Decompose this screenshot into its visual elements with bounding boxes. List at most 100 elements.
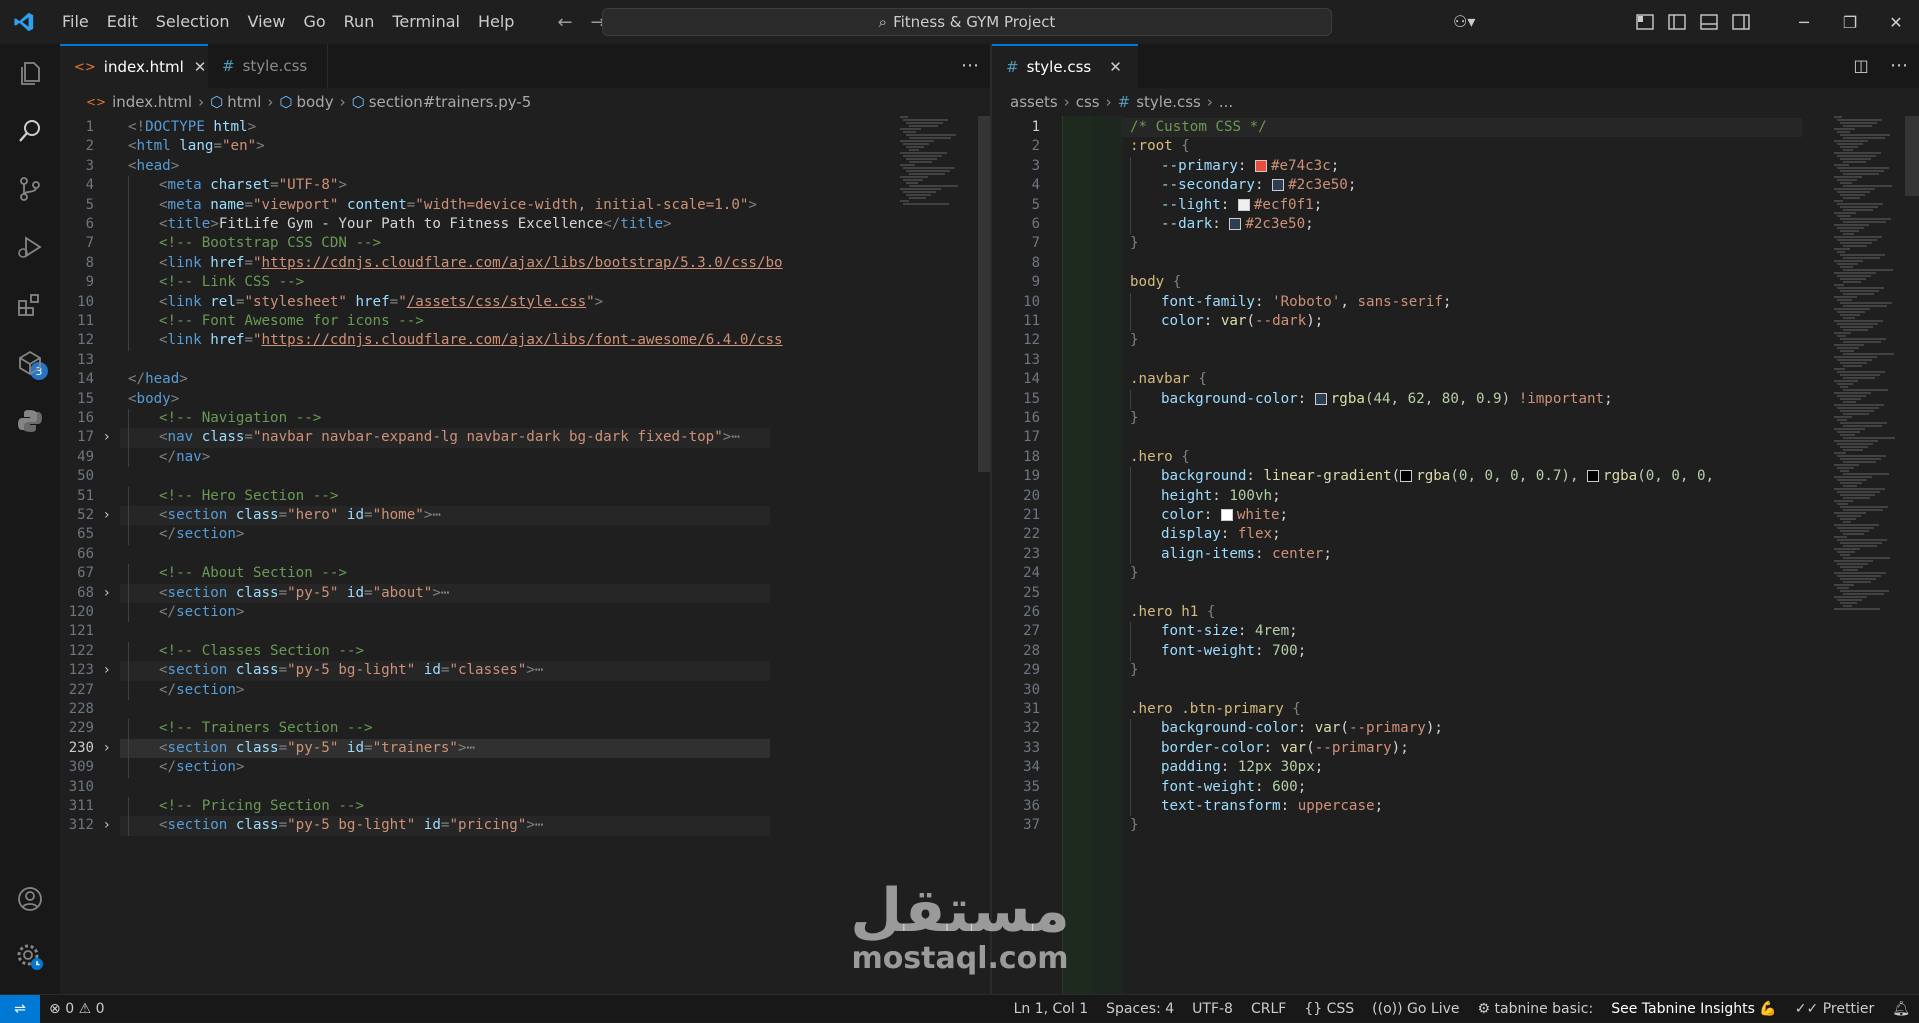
fold-chevron-icon[interactable]: › xyxy=(104,661,110,680)
tabnine-insights[interactable]: See Tabnine Insights 💪 xyxy=(1611,1001,1777,1017)
indent-guide xyxy=(1130,719,1131,739)
breadcrumb-item[interactable]: index.html xyxy=(112,93,192,111)
explorer-icon[interactable] xyxy=(13,56,47,90)
fold-chevron-icon[interactable]: › xyxy=(104,584,110,603)
breadcrumb-item[interactable]: assets xyxy=(1010,93,1058,111)
toggle-panel-icon[interactable] xyxy=(1699,12,1719,32)
remote-explorer-icon[interactable] xyxy=(13,346,47,380)
fold-chevron-icon[interactable]: › xyxy=(104,816,110,835)
extensions-icon[interactable] xyxy=(13,288,47,322)
menu-item-file[interactable]: File xyxy=(53,0,98,44)
indentation[interactable]: Spaces: 4 xyxy=(1106,1001,1174,1017)
tabnine-icon: ⚙ xyxy=(1477,1000,1491,1017)
color-swatch[interactable] xyxy=(1237,198,1250,211)
line-ending[interactable]: CRLF xyxy=(1251,1001,1286,1017)
prettier-status[interactable]: ✓✓ Prettier xyxy=(1795,1001,1874,1017)
notifications-bell-icon[interactable]: 🔔︎ xyxy=(1892,1001,1910,1017)
menu-item-help[interactable]: Help xyxy=(469,0,523,44)
menu-item-terminal[interactable]: Terminal xyxy=(383,0,469,44)
menu-item-run[interactable]: Run xyxy=(335,0,384,44)
more-actions-icon[interactable]: ⋯ xyxy=(950,44,990,88)
problems-indicator[interactable]: ⊗ 0 ⚠ 0 xyxy=(49,1001,105,1017)
back-arrow-icon[interactable]: ← xyxy=(557,12,572,33)
minimap-line xyxy=(1837,251,1845,253)
cursor-position[interactable]: Ln 1, Col 1 xyxy=(1014,1001,1089,1017)
minimap-left[interactable] xyxy=(900,116,975,986)
minimap-line xyxy=(1843,521,1851,523)
manage-gear-icon[interactable] xyxy=(13,940,47,974)
accounts-icon[interactable] xyxy=(13,882,47,916)
code-line: align-items: center; xyxy=(1161,545,1332,564)
fold-chevron-icon[interactable]: › xyxy=(104,739,110,758)
language-label: CSS xyxy=(1326,1000,1355,1017)
color-swatch[interactable] xyxy=(1587,470,1600,483)
html-editor[interactable]: 1 <!DOCTYPE html> 2 <html lang="en"> 3 <head>… xyxy=(60,116,990,994)
minimap-line xyxy=(1837,131,1850,133)
code-token: .navbar xyxy=(1130,371,1190,388)
breadcrumb-item[interactable]: css xyxy=(1076,93,1100,111)
fold-chevron-icon[interactable]: › xyxy=(104,506,110,525)
color-swatch[interactable] xyxy=(1400,470,1413,483)
minimap-line xyxy=(903,179,923,181)
split-editor-icon[interactable]: ◫ xyxy=(1843,44,1879,88)
tabnine-status[interactable]: ⚙ tabnine basic: xyxy=(1477,1001,1593,1017)
language-mode[interactable]: {} CSS xyxy=(1304,1001,1354,1017)
minimap-right[interactable] xyxy=(1834,116,1904,986)
minimap-line xyxy=(900,188,941,190)
fold-chevron-icon[interactable]: › xyxy=(104,428,110,447)
run-debug-icon[interactable] xyxy=(13,230,47,264)
more-actions-icon[interactable]: ⋯ xyxy=(1879,44,1919,88)
color-swatch[interactable] xyxy=(1229,218,1242,230)
python-icon[interactable] xyxy=(13,404,47,438)
minimap-line xyxy=(1840,578,1876,580)
toggle-secondary-sidebar-icon[interactable] xyxy=(1731,12,1751,32)
minimap-line xyxy=(1834,512,1866,514)
minimize-button[interactable]: ─ xyxy=(1781,0,1827,44)
color-swatch[interactable] xyxy=(1254,159,1267,172)
scrollbar-right[interactable] xyxy=(1905,116,1919,196)
toggle-primary-sidebar-icon[interactable] xyxy=(1667,12,1687,32)
code-line: <section class="py-5 bg-light" id="class… xyxy=(159,661,543,680)
command-center-search[interactable]: ⌕ Fitness & GYM Project xyxy=(602,8,1332,36)
minimap-line xyxy=(1837,467,1854,469)
breadcrumb-item[interactable]: section#trainers.py-5 xyxy=(369,93,532,111)
menu-item-selection[interactable]: Selection xyxy=(147,0,239,44)
customize-layout-icon[interactable] xyxy=(1635,12,1655,32)
close-tab-icon[interactable]: ✕ xyxy=(194,58,207,76)
color-swatch[interactable] xyxy=(1272,179,1285,192)
color-swatch[interactable] xyxy=(1220,509,1233,521)
minimap-line xyxy=(1834,368,1845,370)
tab-index-html[interactable]: <> index.html ✕ xyxy=(60,44,208,88)
tab-style-css[interactable]: # style.css xyxy=(208,44,328,88)
code-token: "py-5" xyxy=(287,584,339,601)
remote-indicator-icon[interactable]: ⇌ xyxy=(0,994,40,1023)
tab-style-css-active[interactable]: # style.css ✕ xyxy=(992,44,1138,88)
minimap-line xyxy=(1837,311,1865,313)
go-live-button[interactable]: ((o)) Go Live xyxy=(1372,1001,1459,1017)
color-swatch[interactable] xyxy=(1314,392,1327,405)
close-tab-icon[interactable]: ✕ xyxy=(1109,58,1122,76)
menu-item-edit[interactable]: Edit xyxy=(98,0,147,44)
code-token: body xyxy=(1130,274,1165,291)
indent-guide xyxy=(128,486,129,506)
search-icon[interactable] xyxy=(13,114,47,148)
code-token: > xyxy=(594,293,604,310)
breadcrumb-item[interactable]: style.css xyxy=(1136,93,1201,111)
indent-guide xyxy=(128,447,129,468)
source-control-icon[interactable] xyxy=(13,172,47,206)
minimap-line xyxy=(1834,164,1849,166)
breadcrumb-item[interactable]: html xyxy=(227,93,261,111)
menu-item-go[interactable]: Go xyxy=(294,0,334,44)
copilot-icon[interactable]: ⚇▾ xyxy=(1453,12,1475,32)
minimap-line xyxy=(1843,497,1870,499)
css-editor[interactable]: 1/* Custom CSS */2:root {3 --primary: #e7… xyxy=(992,116,1919,994)
breadcrumb-item[interactable]: ... xyxy=(1219,93,1233,111)
breadcrumb-item[interactable]: body xyxy=(296,93,333,111)
code-token: title xyxy=(620,216,663,232)
encoding[interactable]: UTF-8 xyxy=(1192,1001,1233,1017)
close-window-button[interactable]: ✕ xyxy=(1873,0,1919,44)
minimap-line xyxy=(1843,197,1860,199)
restore-button[interactable]: ❐ xyxy=(1827,0,1873,44)
menu-item-view[interactable]: View xyxy=(239,0,295,44)
code-token: < xyxy=(159,196,168,213)
